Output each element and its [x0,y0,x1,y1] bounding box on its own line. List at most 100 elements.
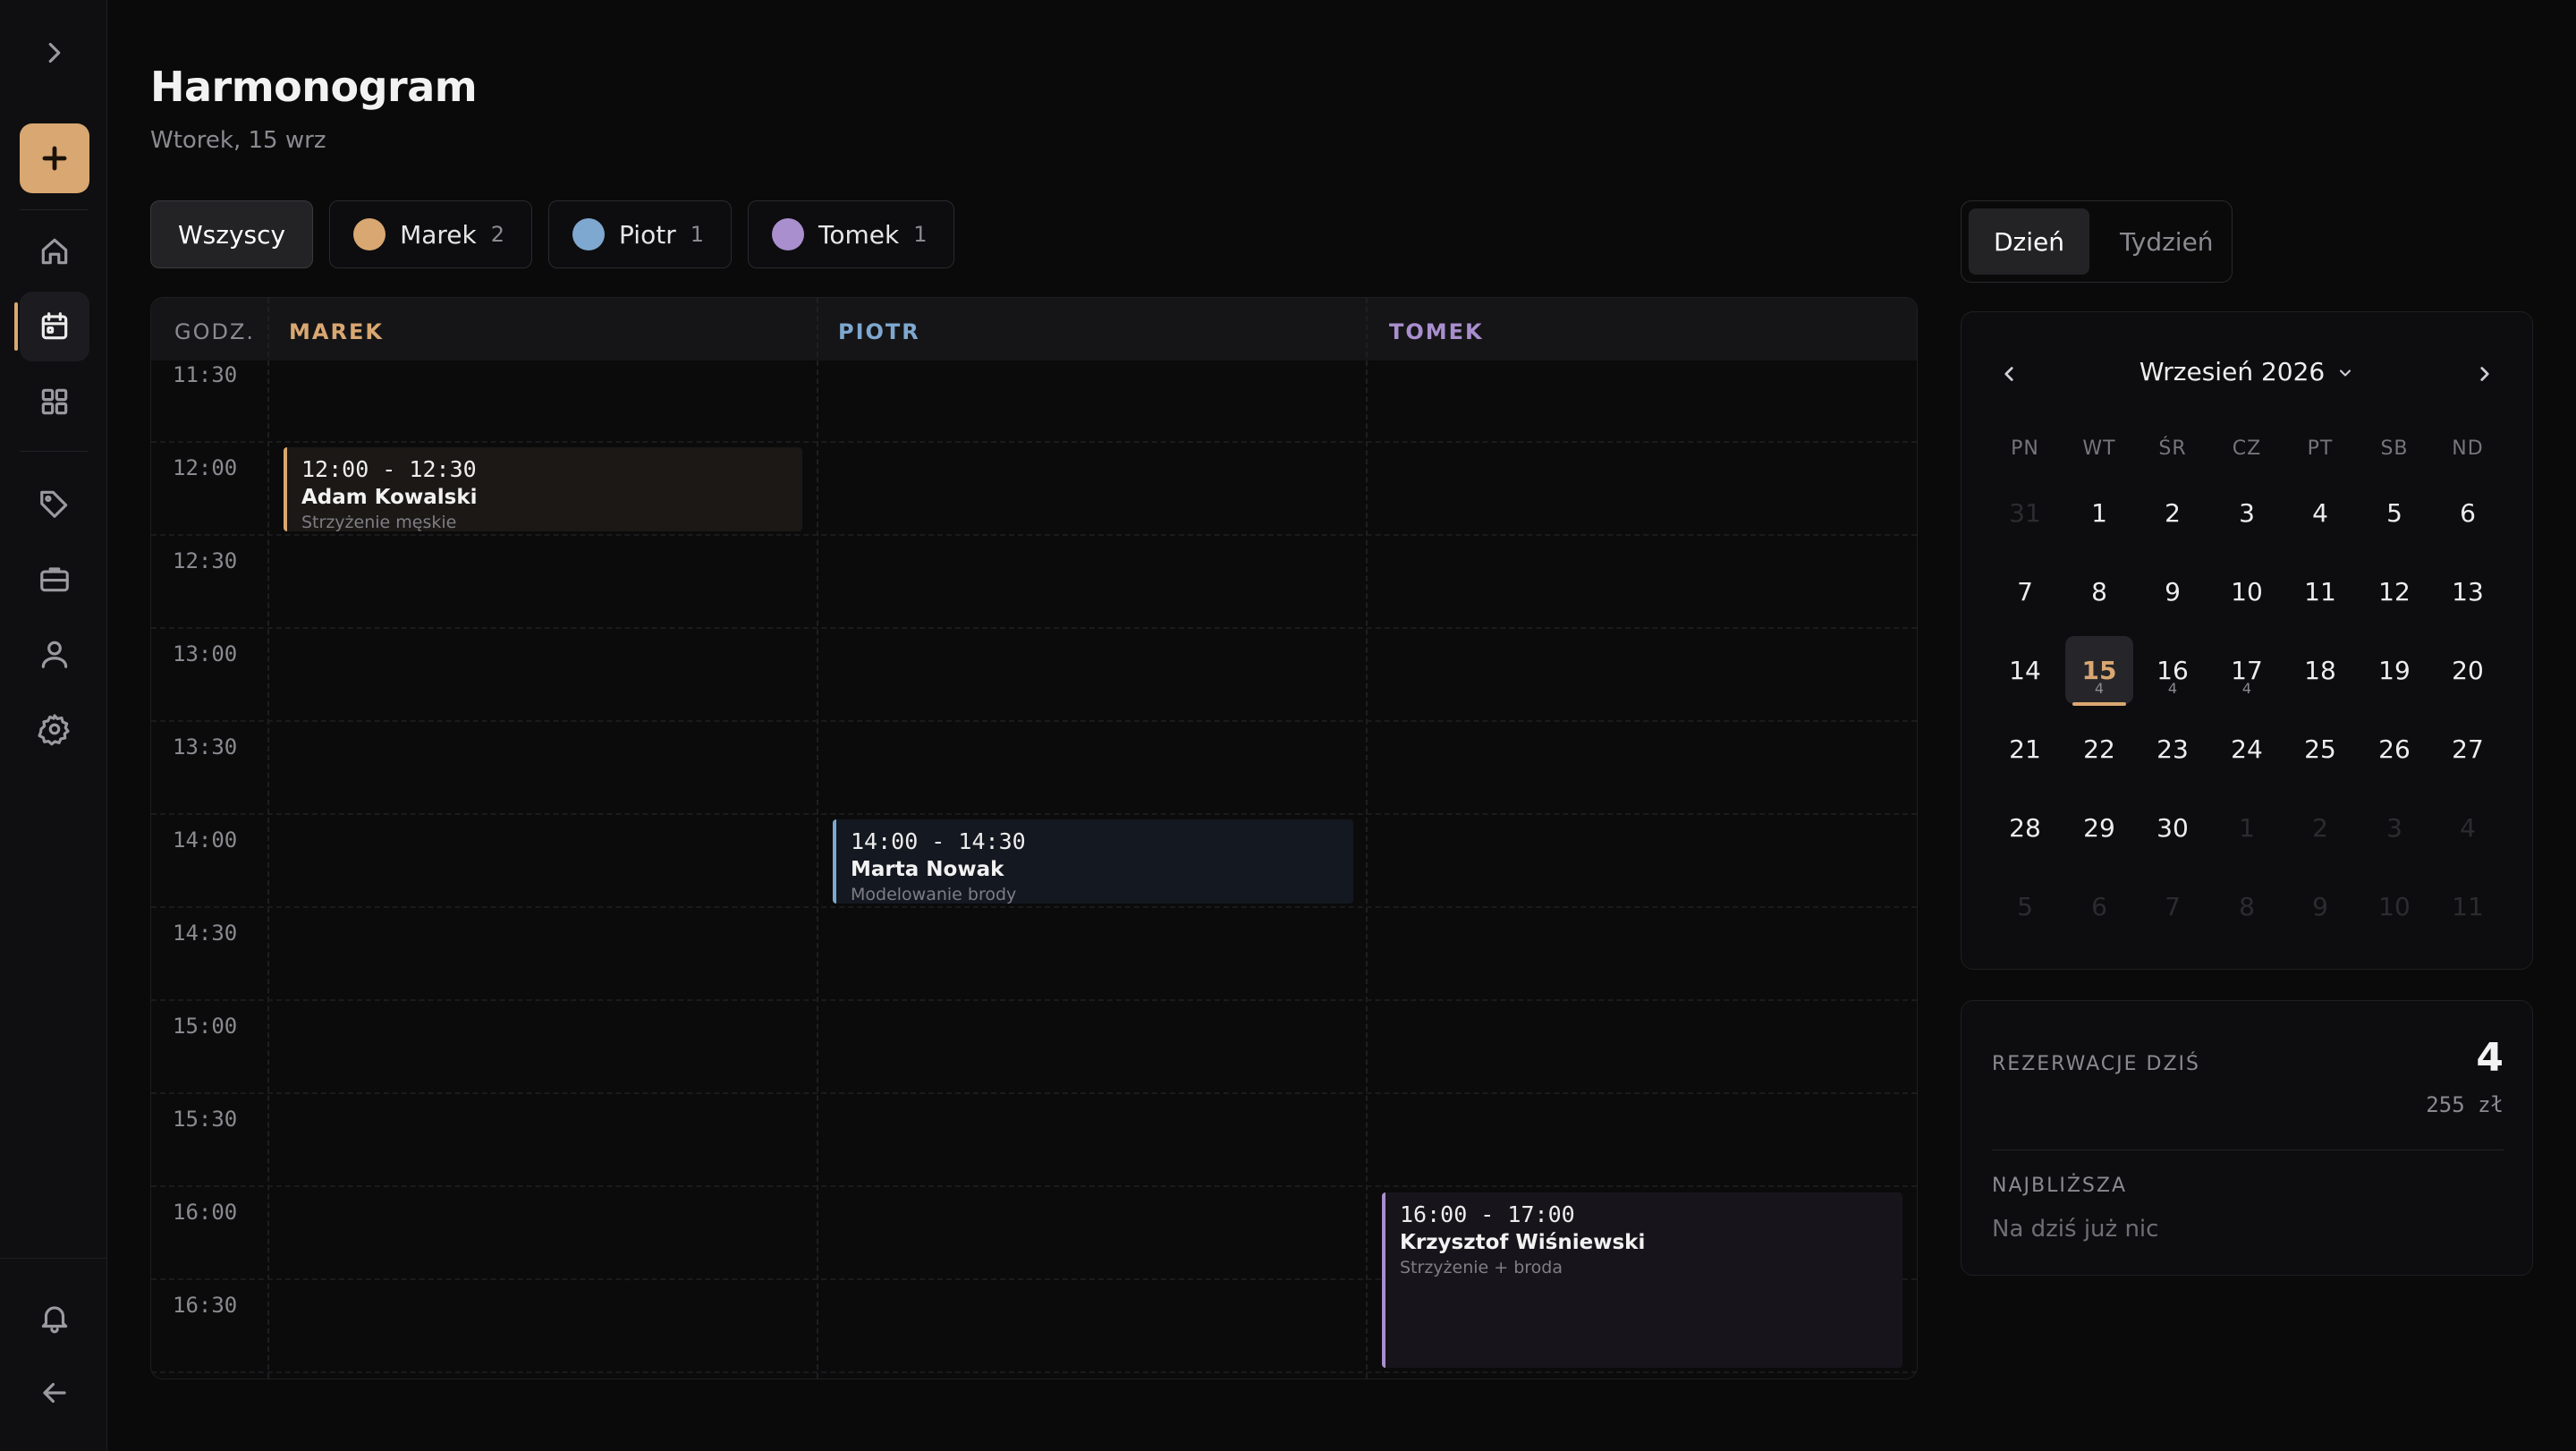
nav-services[interactable] [20,367,89,437]
active-nav-indicator [14,302,18,351]
calendar-day[interactable]: 25 [2286,715,2354,783]
calendar-day[interactable]: 11 [2286,557,2354,625]
day-number: 8 [2091,576,2107,607]
appointment-card-tomek[interactable]: 16:00 - 17:00 Krzysztof Wiśniewski Strzy… [1382,1192,1902,1368]
filter-tomek[interactable]: Tomek 1 [747,200,955,268]
notifications-button[interactable] [20,1283,89,1353]
calendar-day[interactable]: 26 [2360,715,2428,783]
day-number: 1 [2239,812,2255,843]
day-number: 19 [2378,655,2411,685]
calendar-day[interactable]: 10 [2213,557,2281,625]
day-number: 9 [2312,891,2328,921]
calendar-day: 5 [1991,872,2059,940]
calendar-day[interactable]: 30 [2139,793,2207,861]
next-month-button[interactable] [2464,353,2505,395]
nav-clients[interactable] [20,619,89,689]
day-number: 28 [2009,812,2041,843]
calendar-day[interactable]: 1 [2065,479,2133,547]
nav-settings[interactable] [20,694,89,764]
calendar-day[interactable]: 3 [2213,479,2281,547]
day-number: 8 [2239,891,2255,921]
filter-count: 1 [913,222,928,247]
calendar-day[interactable]: 2 [2139,479,2207,547]
calendar-day[interactable]: 29 [2065,793,2133,861]
view-week-button[interactable]: Tydzień [2095,208,2239,275]
appointment-card-marek[interactable]: 12:00 - 12:30 Adam Kowalski Strzyżenie m… [284,447,802,531]
staff-filter-bar: Wszyscy Marek 2 Piotr 1 Tomek 1 [150,200,955,268]
calendar-day[interactable]: 28 [1991,793,2059,861]
day-number: 4 [2460,812,2476,843]
calendar-day: 9 [2286,872,2354,940]
nav-home[interactable] [20,216,89,286]
calendar-day[interactable]: 22 [2065,715,2133,783]
month-selector[interactable]: Wrzesień 2026 [1962,357,2532,388]
calendar-day[interactable]: 9 [2139,557,2207,625]
calendar-day-today[interactable]: 15 4 [2065,636,2133,706]
appointment-card-piotr[interactable]: 14:00 - 14:30 Marta Nowak Modelowanie br… [833,819,1353,904]
day-number: 31 [2009,497,2041,528]
filter-all[interactable]: Wszyscy [150,200,314,268]
row-divider [151,1371,1917,1373]
column-header-tomek: TOMEK [1389,319,1484,344]
calendar-day[interactable]: 14 [1991,636,2059,704]
expand-sidebar-button[interactable] [20,18,89,88]
calendar-day[interactable]: 17 4 [2213,636,2281,704]
day-number: 6 [2091,891,2107,921]
time-label: 13:30 [173,734,238,759]
view-day-button[interactable]: Dzień [1969,208,2090,275]
appointment-time: 12:00 - 12:30 [301,456,477,482]
chevron-down-icon [2336,359,2354,388]
calendar-day[interactable]: 19 [2360,636,2428,704]
chevron-right-icon [2480,367,2489,381]
view-toggle: Dzień Tydzień [1961,200,2233,283]
bell-icon [41,1306,68,1334]
user-icon [41,641,68,668]
day-number: 9 [2165,576,2181,607]
calendar-day: 7 [2139,872,2207,940]
briefcase-icon [40,567,69,592]
bookings-today-label: REZERWACJE DZIŚ [1992,1053,2200,1075]
calendar-day[interactable]: 4 [2286,479,2354,547]
calendar-day[interactable]: 24 [2213,715,2281,783]
calendar-day: 1 [2213,793,2281,861]
calendar-day[interactable]: 12 [2360,557,2428,625]
day-number: 26 [2378,734,2411,764]
filter-count: 1 [690,222,704,247]
calendar-day[interactable]: 21 [1991,715,2059,783]
calendar-day[interactable]: 18 [2286,636,2354,704]
calendar-day: 6 [2065,872,2133,940]
calendar-day: 2 [2286,793,2354,861]
day-number: 23 [2157,734,2189,764]
day-number: 4 [2312,497,2328,528]
calendar-day[interactable]: 20 [2434,636,2502,704]
calendar-day[interactable]: 16 4 [2139,636,2207,704]
filter-label: Piotr [619,219,676,250]
calendar-day[interactable]: 23 [2139,715,2207,783]
weekday-label: WT [2082,437,2116,460]
calendar-day[interactable]: 6 [2434,479,2502,547]
day-number: 10 [2231,576,2263,607]
calendar-day[interactable]: 5 [2360,479,2428,547]
nav-pricing[interactable] [20,469,89,539]
nav-calendar[interactable] [20,292,89,361]
nav-business[interactable] [20,544,89,614]
day-number: 3 [2239,497,2255,528]
add-booking-button[interactable] [20,123,89,193]
day-number: 5 [2386,497,2402,528]
row-divider [151,441,1917,443]
back-button[interactable] [20,1358,89,1428]
calendar-day[interactable]: 8 [2065,557,2133,625]
time-label: 16:30 [173,1293,238,1318]
calendar-day[interactable]: 7 [1991,557,2059,625]
staff-color-dot [771,218,804,250]
day-number: 11 [2304,576,2336,607]
filter-marek[interactable]: Marek 2 [329,200,533,268]
mini-calendar: Wrzesień 2026 PN WT ŚR CZ PT SB ND 31 1 2 3 4 5 6 7 8 9… [1961,311,2533,970]
day-number: 2 [2312,812,2328,843]
day-number: 21 [2009,734,2041,764]
calendar-day[interactable]: 13 [2434,557,2502,625]
filter-piotr[interactable]: Piotr 1 [548,200,732,268]
time-label: 15:30 [173,1107,238,1132]
calendar-day[interactable]: 27 [2434,715,2502,783]
sidebar-divider [0,1258,107,1259]
